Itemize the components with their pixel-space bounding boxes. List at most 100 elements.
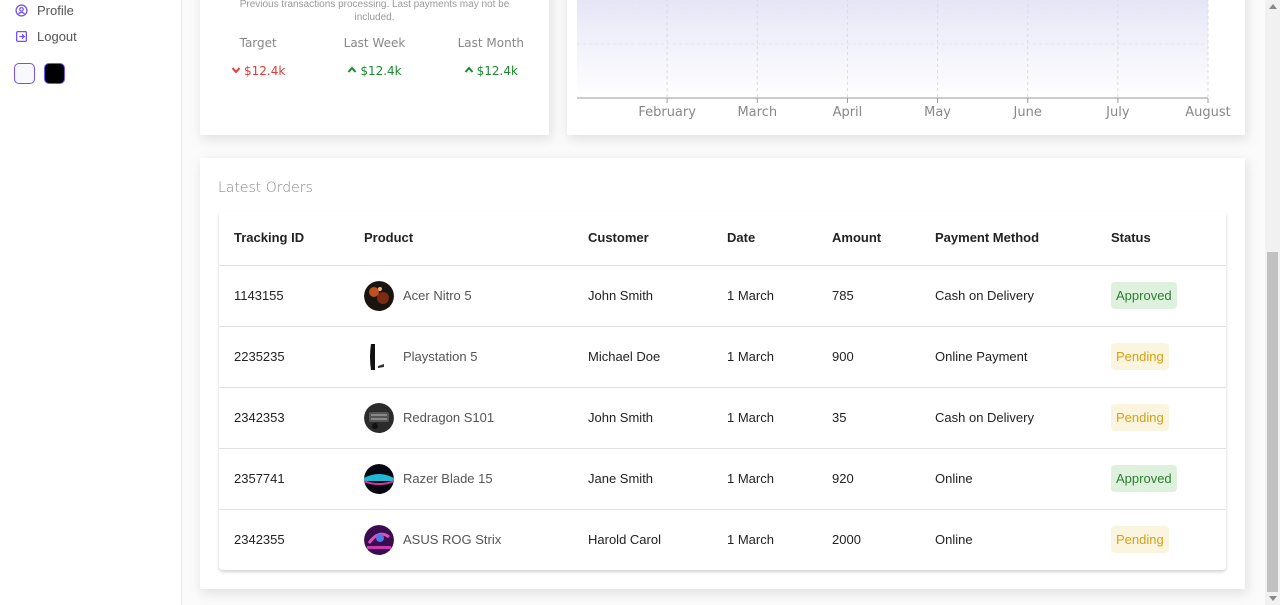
x-tick-label: July bbox=[1105, 105, 1130, 120]
status-badge: Approved bbox=[1111, 282, 1177, 309]
product-name: Playstation 5 bbox=[403, 349, 478, 364]
date: 1 March bbox=[712, 265, 817, 327]
latest-orders-card: Latest Orders Tracking ID Product Custom… bbox=[200, 158, 1245, 589]
light-theme-swatch[interactable] bbox=[14, 63, 35, 84]
x-tick-label: May bbox=[924, 105, 951, 120]
status-badge: Approved bbox=[1111, 465, 1177, 492]
x-tick-label: April bbox=[833, 105, 863, 120]
sidebar-item-label: Logout bbox=[37, 29, 77, 44]
column-header[interactable]: Customer bbox=[573, 211, 712, 266]
sidebar-item-label: Profile bbox=[37, 3, 74, 18]
summary-amount: $12.4k bbox=[360, 64, 402, 78]
product-image bbox=[364, 341, 394, 372]
status-cell: Pending bbox=[1096, 387, 1226, 449]
table-row[interactable]: 1143155 Acer Nitro 5 John Smith 1 March … bbox=[219, 265, 1226, 327]
x-tick-label: June bbox=[1013, 105, 1042, 120]
tracking-id: 1143155 bbox=[219, 265, 349, 327]
customer: Harold Carol bbox=[588, 532, 661, 548]
product-name: Razer Blade 15 bbox=[403, 471, 493, 486]
tracking-id: 2357741 bbox=[219, 448, 349, 510]
summary-amount: $12.4k bbox=[476, 64, 518, 78]
table-header-row: Tracking ID Product Customer Date Amount… bbox=[219, 211, 1226, 266]
sidebar: Profile Logout bbox=[0, 0, 182, 605]
featured-description: Previous transactions processing. Last p… bbox=[239, 0, 510, 23]
column-header[interactable]: Amount bbox=[817, 211, 920, 266]
column-header[interactable]: Status bbox=[1096, 211, 1226, 266]
column-header[interactable]: Date bbox=[712, 211, 817, 266]
summary-title: Target bbox=[239, 36, 277, 50]
account-circle-icon bbox=[15, 4, 28, 17]
customer: John Smith bbox=[573, 387, 712, 449]
product-image bbox=[364, 280, 394, 311]
column-header[interactable]: Payment Method bbox=[920, 211, 1096, 266]
payment-method: Cash on Delivery bbox=[920, 265, 1096, 327]
area-fill bbox=[577, 0, 1208, 98]
table-row[interactable]: 2235235 Playstation 5 Michael Doe 1 Marc… bbox=[219, 326, 1226, 388]
summary-value: $12.4k bbox=[203, 64, 313, 78]
status-badge: Pending bbox=[1111, 404, 1169, 431]
product-cell: Redragon S101 bbox=[349, 387, 573, 449]
chevron-up-icon bbox=[347, 64, 357, 78]
x-tick-label: February bbox=[638, 105, 696, 120]
summary-item-last-week: Last Week $12.4k bbox=[319, 36, 429, 78]
summary-value: $12.4k bbox=[436, 64, 546, 78]
amount: 785 bbox=[817, 265, 920, 327]
amount: 920 bbox=[817, 448, 920, 510]
orders-table: Tracking ID Product Customer Date Amount… bbox=[219, 211, 1226, 570]
sidebar-item-logout[interactable]: Logout bbox=[15, 29, 77, 44]
customer: Michael Doe bbox=[573, 326, 712, 388]
date: 1 March bbox=[712, 448, 817, 510]
table-row[interactable]: 2342355 ASUS ROG Strix Harold Carol 1 Ma… bbox=[219, 509, 1226, 570]
chevron-up-icon bbox=[464, 64, 474, 78]
product-image bbox=[364, 463, 394, 494]
amount: 900 bbox=[817, 326, 920, 388]
scrollbar-thumb[interactable] bbox=[1267, 252, 1278, 592]
tracking-id: 2342355 bbox=[234, 532, 285, 548]
tracking-id: 2342353 bbox=[219, 387, 349, 449]
status-cell: Pending bbox=[1096, 326, 1226, 388]
date: 1 March bbox=[712, 387, 817, 449]
dark-theme-swatch[interactable] bbox=[44, 63, 65, 84]
page-scrollbar[interactable] bbox=[1265, 0, 1280, 605]
summary-value: $12.4k bbox=[319, 64, 429, 78]
summary-amount: $12.4k bbox=[244, 64, 286, 78]
scroll-down-arrow[interactable] bbox=[1269, 596, 1277, 601]
x-tick-label: August bbox=[1185, 105, 1231, 120]
product-name: ASUS ROG Strix bbox=[403, 532, 502, 548]
payment-method: Cash on Delivery bbox=[920, 387, 1096, 449]
scroll-up-arrow[interactable] bbox=[1269, 4, 1277, 9]
featured-card: Previous transactions processing. Last p… bbox=[200, 0, 549, 135]
revenue-chart-card: February March April May June July August bbox=[567, 0, 1245, 135]
status-badge: Pending bbox=[1111, 526, 1169, 554]
product-cell: Acer Nitro 5 bbox=[349, 265, 573, 327]
area-chart: February March April May June July August bbox=[577, 0, 1231, 120]
customer: Jane Smith bbox=[573, 448, 712, 510]
product-cell: Razer Blade 15 bbox=[349, 448, 573, 510]
status-cell: Pending bbox=[1096, 509, 1226, 570]
date: 1 March bbox=[727, 532, 774, 548]
summary-item-last-month: Last Month $12.4k bbox=[436, 36, 546, 78]
payment-method: Online bbox=[935, 532, 973, 548]
product-name: Redragon S101 bbox=[403, 410, 495, 425]
tracking-id: 2235235 bbox=[219, 326, 349, 388]
column-header[interactable]: Product bbox=[349, 211, 573, 266]
orders-title: Latest Orders bbox=[218, 180, 313, 196]
product-image bbox=[364, 402, 394, 433]
featured-summary: Target $12.4k Last Week $12.4k Last Mont… bbox=[200, 36, 549, 78]
product-name: Acer Nitro 5 bbox=[403, 288, 472, 303]
amount: 35 bbox=[817, 387, 920, 449]
status-cell: Approved bbox=[1096, 448, 1226, 510]
table-row[interactable]: 2342353 Redragon S101 John Smith 1 March… bbox=[219, 387, 1226, 449]
status-cell: Approved bbox=[1096, 265, 1226, 327]
payment-method: Online Payment bbox=[920, 326, 1096, 388]
amount: 2000 bbox=[832, 532, 861, 548]
sidebar-item-profile[interactable]: Profile bbox=[15, 3, 74, 18]
product-image bbox=[364, 524, 394, 555]
status-badge: Pending bbox=[1111, 343, 1169, 370]
column-header[interactable]: Tracking ID bbox=[219, 211, 349, 266]
customer: John Smith bbox=[573, 265, 712, 327]
product-cell: ASUS ROG Strix bbox=[349, 509, 573, 570]
table-row[interactable]: 2357741 Razer Blade 15 Jane Smith 1 Marc… bbox=[219, 448, 1226, 510]
payment-method: Online bbox=[920, 448, 1096, 510]
x-tick-label: March bbox=[737, 105, 777, 120]
